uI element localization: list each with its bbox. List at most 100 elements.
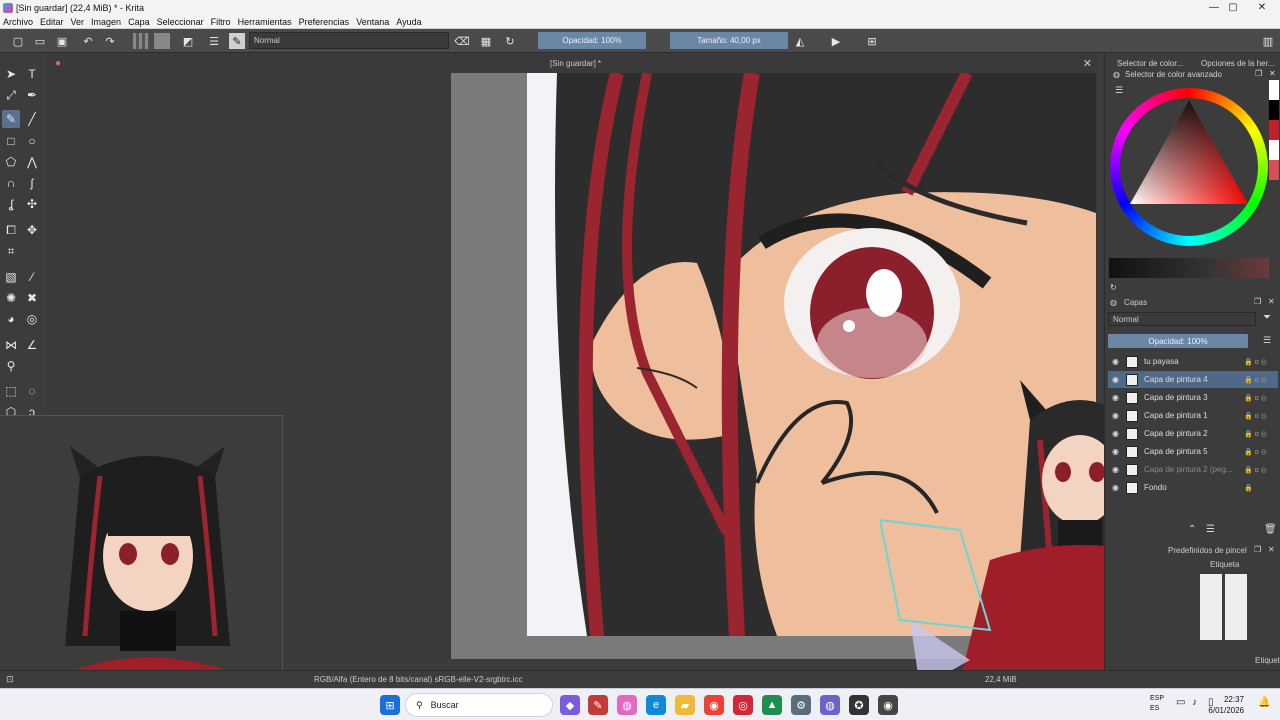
layer-flags-icon[interactable]: 🔒 α ◎ bbox=[1244, 448, 1278, 456]
layer-row[interactable]: ◉ Fondo 🔒 bbox=[1108, 479, 1278, 496]
network-icon[interactable]: ▭ bbox=[1176, 697, 1185, 708]
layer-opacity-field[interactable]: Opacidad: 100% bbox=[1108, 334, 1248, 348]
edit-shapes-icon[interactable]: ⤢ bbox=[2, 86, 20, 104]
menu-seleccionar[interactable]: Seleccionar bbox=[157, 17, 204, 27]
document-tab[interactable]: [Sin guardar] * ✕ bbox=[451, 56, 1096, 72]
visibility-icon[interactable]: ◉ bbox=[1112, 375, 1122, 384]
brush-settings-icon[interactable]: ☰ bbox=[206, 33, 222, 49]
brush-tag-label[interactable]: Etiqueta bbox=[1210, 560, 1239, 569]
color-picker-icon[interactable]: ⁄ bbox=[23, 268, 41, 286]
polygon-tool-icon[interactable]: ⬠ bbox=[2, 153, 20, 171]
color-triangle[interactable] bbox=[1110, 88, 1268, 246]
rectangle-tool-icon[interactable]: □ bbox=[2, 132, 20, 150]
layer-flags-icon[interactable]: 🔒 α ◎ bbox=[1244, 394, 1278, 402]
ellipse-tool-icon[interactable]: ○ bbox=[23, 132, 41, 150]
menu-preferencias[interactable]: Preferencias bbox=[299, 17, 350, 27]
float-brush-icon[interactable]: ❐ bbox=[1254, 545, 1261, 554]
line-tool-icon[interactable]: ╱ bbox=[23, 110, 41, 128]
eraser-icon[interactable]: ⌫ bbox=[454, 33, 470, 49]
delete-layer-icon[interactable]: 🗑 bbox=[1264, 524, 1277, 535]
layer-flags-icon[interactable]: 🔒 α ◎ bbox=[1244, 412, 1278, 420]
app-gear-icon[interactable]: ⚙ bbox=[791, 695, 811, 715]
close-document-icon[interactable]: ✕ bbox=[1083, 57, 1092, 70]
layer-row[interactable]: ◉ Capa de pintura 5 🔒 α ◎ bbox=[1108, 443, 1278, 460]
layer-fit-icon[interactable]: ⊡ bbox=[6, 674, 14, 685]
preserve-alpha-icon[interactable]: ▦ bbox=[478, 33, 494, 49]
app-circle-icon[interactable]: ◎ bbox=[733, 695, 753, 715]
copilot-icon[interactable]: ◆ bbox=[560, 695, 580, 715]
fill-tool-icon[interactable]: ◕ bbox=[2, 310, 20, 328]
menu-imagen[interactable]: Imagen bbox=[91, 17, 121, 27]
edge-icon[interactable]: e bbox=[646, 695, 666, 715]
notification-icon[interactable]: 🔔 bbox=[1258, 697, 1270, 708]
file-explorer-icon[interactable]: ▰ bbox=[675, 695, 695, 715]
close-layers-icon[interactable]: ✕ bbox=[1268, 297, 1275, 306]
text-tool-icon[interactable]: T bbox=[23, 65, 41, 83]
layer-row[interactable]: ◉ Capa de pintura 2 🔒 α ◎ bbox=[1108, 425, 1278, 442]
close-panel-icon[interactable]: ✕ bbox=[1269, 69, 1276, 78]
layer-properties-icon[interactable]: ☰ bbox=[1206, 524, 1215, 535]
layer-blend-select[interactable]: Normal bbox=[1108, 312, 1256, 326]
visibility-icon[interactable]: ◉ bbox=[1112, 411, 1122, 420]
language-indicator[interactable]: ESP ES bbox=[1150, 694, 1164, 714]
app-camera-icon[interactable]: ◉ bbox=[878, 695, 898, 715]
select-shapes-icon[interactable]: ➤ bbox=[2, 65, 20, 83]
taskbar-search[interactable]: ⚲ Buscar bbox=[405, 693, 553, 717]
float-layers-icon[interactable]: ❐ bbox=[1254, 297, 1261, 306]
start-icon[interactable]: ⊞ bbox=[380, 695, 400, 715]
layer-flags-icon[interactable]: 🔒 α ◎ bbox=[1244, 376, 1278, 384]
menu-editar[interactable]: Editar bbox=[40, 17, 64, 27]
float-panel-icon[interactable]: ❐ bbox=[1255, 69, 1262, 78]
visibility-icon[interactable]: ◉ bbox=[1112, 483, 1122, 492]
menu-capa[interactable]: Capa bbox=[128, 17, 150, 27]
menu-filtro[interactable]: Filtro bbox=[211, 17, 231, 27]
mirror-horizontal-icon[interactable]: ◭ bbox=[792, 33, 808, 49]
layer-flags-icon[interactable]: 🔒 α ◎ bbox=[1244, 430, 1278, 438]
fg-bg-color-icon[interactable]: ◩ bbox=[180, 33, 196, 49]
layer-row[interactable]: ◉ Capa de pintura 2 (peg... 🔒 α ◎ bbox=[1108, 461, 1278, 478]
move-tool-icon[interactable]: ✥ bbox=[23, 221, 41, 239]
layer-flags-icon[interactable]: 🔒 α ◎ bbox=[1244, 466, 1278, 474]
brush-preset-icon[interactable]: ✎ bbox=[229, 33, 245, 49]
wrap-around-icon[interactable]: ⊞ bbox=[864, 33, 880, 49]
transform-tool-icon[interactable]: ⧠ bbox=[2, 221, 20, 239]
recent-colors[interactable] bbox=[1269, 80, 1279, 180]
brush-preset-grid[interactable] bbox=[1200, 574, 1250, 640]
app-red-icon[interactable]: ✎ bbox=[588, 695, 608, 715]
measure-tool-icon[interactable]: ∠ bbox=[23, 336, 41, 354]
calligraphy-icon[interactable]: ✒ bbox=[23, 86, 41, 104]
move-layer-up-icon[interactable]: ⌃ bbox=[1188, 524, 1196, 535]
visibility-icon[interactable]: ◉ bbox=[1112, 393, 1122, 402]
gradient-tool-icon[interactable]: ▧ bbox=[2, 268, 20, 286]
layer-row[interactable]: ◉ Capa de pintura 3 🔒 α ◎ bbox=[1108, 389, 1278, 406]
layer-row-selected[interactable]: ◉ Capa de pintura 4 🔒 α ◎ bbox=[1108, 371, 1278, 388]
pattern-icon[interactable] bbox=[154, 33, 170, 49]
rect-select-icon[interactable]: ⬚ bbox=[2, 382, 20, 400]
refresh-icon[interactable]: ↻ bbox=[1110, 283, 1117, 292]
close-icon[interactable]: ✕ bbox=[1242, 0, 1280, 15]
blend-mode-select[interactable]: Normal bbox=[249, 32, 449, 49]
opacity-field[interactable]: Opacidad: 100% bbox=[538, 32, 646, 49]
taskbar-clock[interactable]: 22:37 6/01/2026 bbox=[1208, 694, 1244, 716]
dynamic-brush-icon[interactable]: ʆ bbox=[2, 195, 20, 213]
undo-icon[interactable]: ↶ bbox=[80, 33, 96, 49]
layer-lock-icon[interactable]: 🔒 bbox=[1244, 484, 1278, 492]
layer-row[interactable]: ◉ Capa de pintura 1 🔒 α ◎ bbox=[1108, 407, 1278, 424]
tab-tool-options[interactable]: Opciones de la her... bbox=[1201, 56, 1274, 70]
reload-preset-icon[interactable]: ↻ bbox=[502, 33, 518, 49]
brush-size-field[interactable]: Tamaño: 40,00 px bbox=[670, 32, 788, 49]
app-purple-icon[interactable]: ◍ bbox=[820, 695, 840, 715]
gradient-icon[interactable] bbox=[133, 33, 149, 49]
crop-tool-icon[interactable]: ⌗ bbox=[2, 242, 20, 260]
tab-color-selector[interactable]: Selector de color... bbox=[1117, 56, 1183, 70]
freehand-brush-icon[interactable]: ✎ bbox=[2, 110, 20, 128]
open-folder-icon[interactable]: ▭ bbox=[32, 33, 48, 49]
app-dark-icon[interactable]: ✪ bbox=[849, 695, 869, 715]
color-history-strip[interactable] bbox=[1109, 258, 1269, 278]
krita-taskbar-icon[interactable]: ◍ bbox=[617, 695, 637, 715]
menu-herramientas[interactable]: Herramientas bbox=[238, 17, 292, 27]
colorize-mask-icon[interactable]: ✖ bbox=[23, 289, 41, 307]
polyline-tool-icon[interactable]: ⋀ bbox=[23, 153, 41, 171]
visibility-icon[interactable]: ◉ bbox=[1112, 429, 1122, 438]
hue-wheel[interactable] bbox=[1110, 88, 1268, 246]
